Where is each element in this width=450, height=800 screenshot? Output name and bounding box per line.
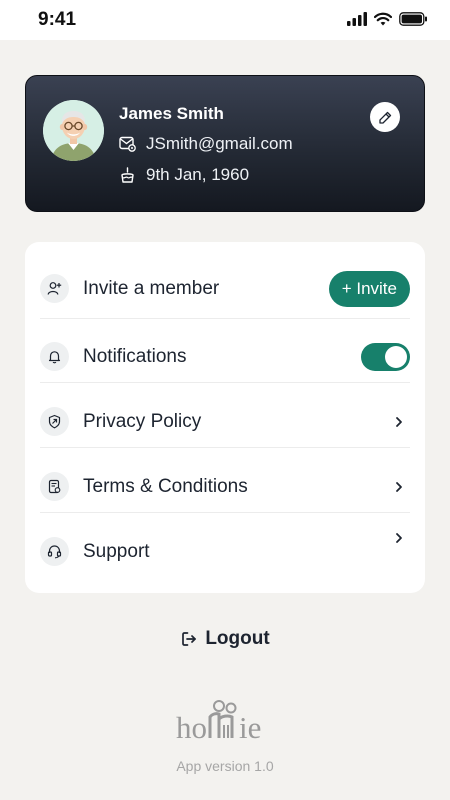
status-icons bbox=[347, 12, 428, 26]
status-time: 9:41 bbox=[38, 9, 77, 30]
edit-profile-button[interactable] bbox=[370, 102, 400, 132]
svg-text:ie: ie bbox=[239, 710, 261, 745]
menu-item-notifications[interactable]: Notifications bbox=[40, 342, 410, 371]
battery-icon bbox=[399, 12, 427, 26]
email-icon bbox=[119, 136, 136, 152]
divider bbox=[40, 382, 410, 383]
divider bbox=[40, 447, 410, 448]
menu-item-label: Support bbox=[83, 540, 150, 562]
logout-label: Logout bbox=[205, 628, 270, 649]
profile-name: James Smith bbox=[119, 104, 224, 123]
menu-item-label: Terms & Conditions bbox=[83, 475, 248, 497]
avatar-illustration bbox=[43, 100, 104, 161]
menu-item-privacy-policy[interactable]: Privacy Policy bbox=[40, 407, 410, 436]
add-user-icon bbox=[40, 274, 69, 303]
profile-dob: 9th Jan, 1960 bbox=[146, 165, 250, 184]
menu-item-terms-conditions[interactable]: Terms & Conditions bbox=[40, 472, 410, 501]
chevron-right-icon bbox=[396, 416, 402, 427]
profile-dob-row: 9th Jan, 1960 bbox=[119, 165, 249, 185]
bell-icon bbox=[40, 342, 69, 371]
document-icon bbox=[40, 472, 69, 501]
toggle-knob bbox=[385, 346, 407, 368]
chevron-right-icon bbox=[396, 481, 402, 492]
profile-email-row: JSmith@gmail.com bbox=[119, 134, 293, 154]
logout-icon bbox=[182, 632, 197, 646]
invite-button[interactable]: + Invite bbox=[328, 271, 410, 307]
divider bbox=[40, 318, 410, 319]
divider bbox=[40, 512, 410, 513]
settings-menu-card: Invite a member + Invite Notifications P… bbox=[25, 242, 425, 593]
chevron-right-icon bbox=[396, 533, 402, 543]
shield-icon bbox=[40, 407, 69, 436]
menu-item-label: Notifications bbox=[83, 345, 187, 367]
logout-button[interactable]: Logout bbox=[0, 628, 450, 650]
notifications-toggle[interactable] bbox=[361, 343, 410, 371]
profile-email: JSmith@gmail.com bbox=[146, 134, 293, 153]
headset-icon bbox=[40, 537, 69, 566]
avatar bbox=[43, 100, 104, 161]
cellular-signal-icon bbox=[347, 12, 367, 26]
profile-card: James Smith JSmith@gmail.com 9th Jan, 19… bbox=[25, 75, 425, 212]
menu-item-invite-member[interactable]: Invite a member + Invite bbox=[40, 271, 410, 307]
pencil-icon bbox=[378, 111, 391, 124]
wifi-icon bbox=[374, 12, 392, 26]
menu-item-support[interactable]: Support bbox=[40, 533, 410, 566]
status-bar: 9:41 bbox=[0, 0, 450, 40]
svg-text:ho: ho bbox=[176, 710, 207, 745]
homie-logo: ho ie bbox=[176, 700, 261, 745]
app-version: App version 1.0 bbox=[176, 758, 274, 774]
menu-item-label: Privacy Policy bbox=[83, 410, 202, 432]
menu-item-label: Invite a member bbox=[83, 277, 220, 299]
birthday-cake-icon bbox=[121, 166, 134, 183]
